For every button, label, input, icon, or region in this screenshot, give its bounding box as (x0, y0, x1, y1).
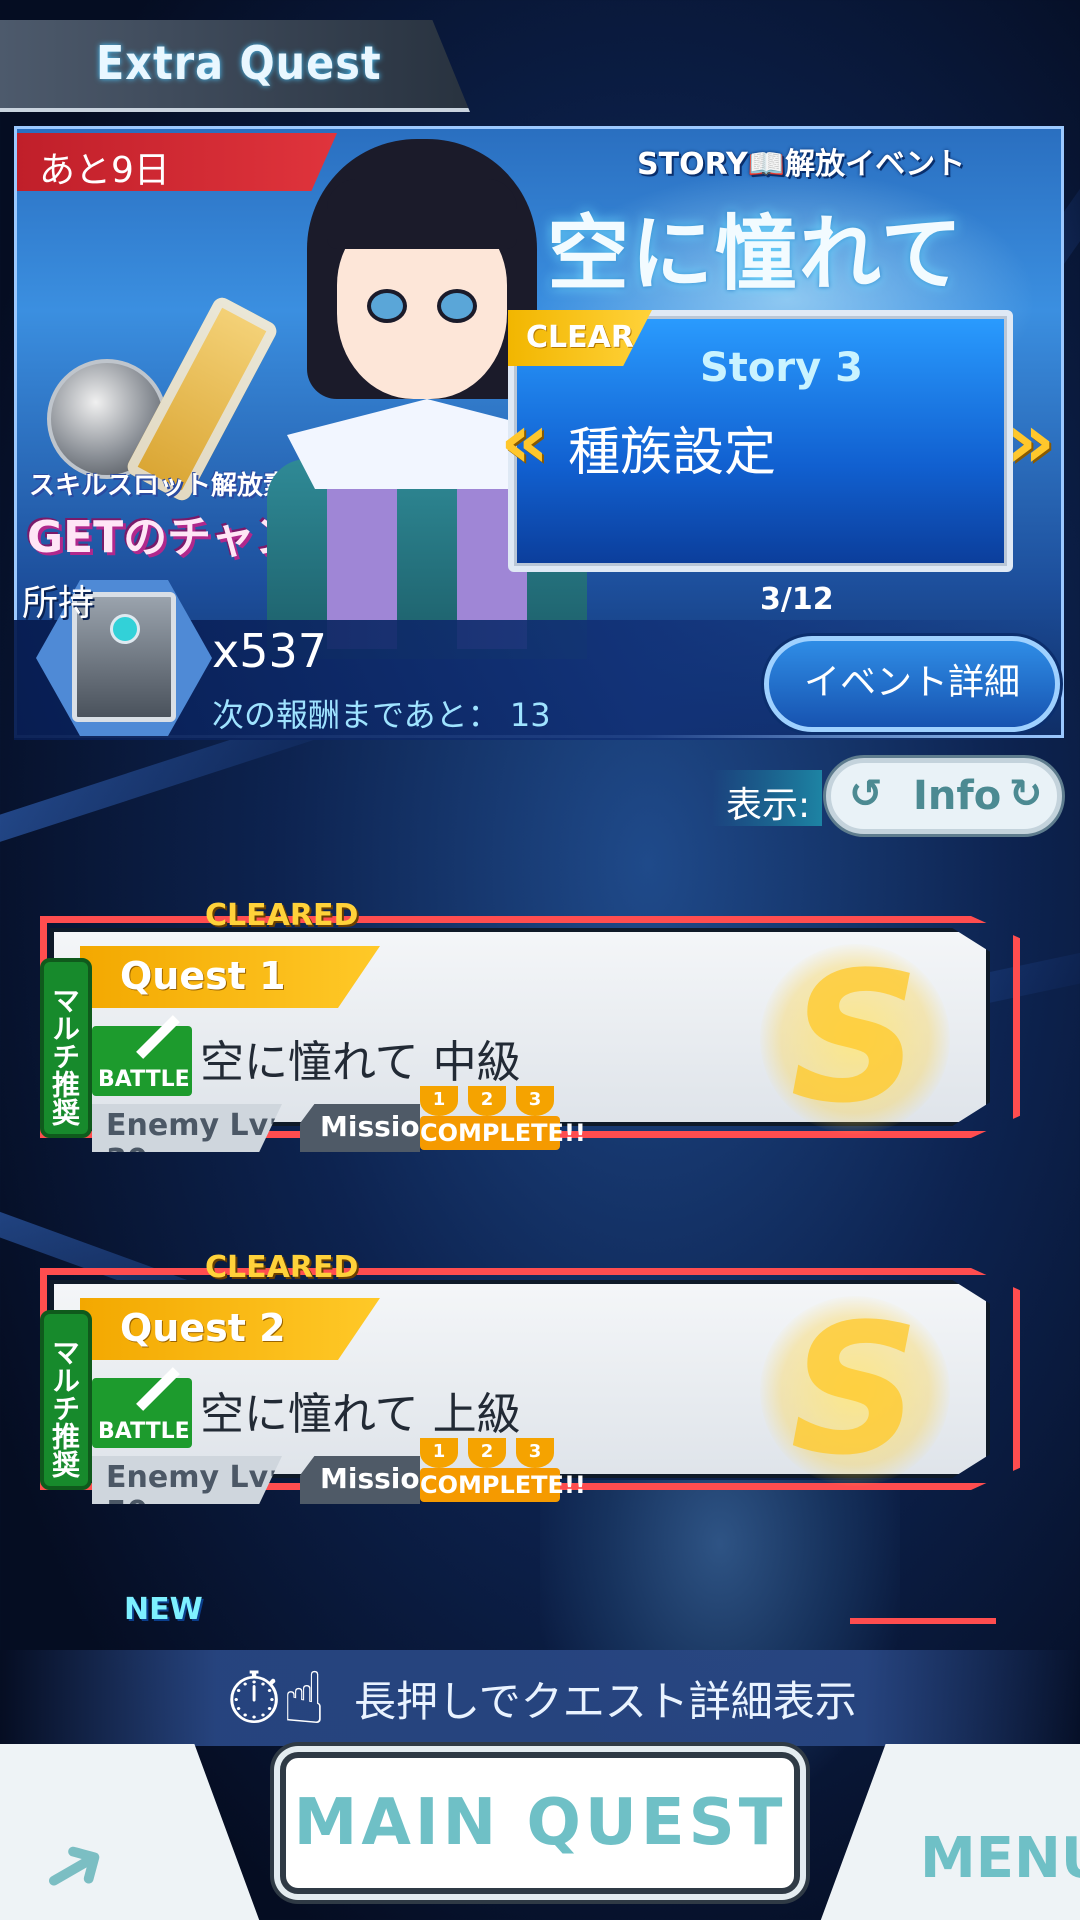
mission-complete-badge: COMPLETE!! (420, 1116, 586, 1150)
story-number: Story 3 (700, 345, 863, 391)
display-label: 表示: (712, 770, 822, 826)
owned-count: x537 (212, 624, 328, 678)
story-unlock-tag: STORY📖解放イベント (637, 147, 966, 182)
cleared-label: CLEARED (205, 898, 359, 933)
quest-label: Quest 2 (80, 1298, 380, 1360)
prev-story-chevron-icon[interactable]: « (500, 396, 549, 485)
new-quest-frame-edge (850, 1618, 996, 1624)
page-title: Extra Quest (96, 36, 382, 90)
multi-recommended-badge: マルチ推奨 (40, 958, 92, 1138)
long-press-hint: 長押しでクエスト詳細表示 (354, 1677, 857, 1726)
trophy-icon: 2 (468, 1438, 506, 1468)
character-eye (367, 289, 407, 323)
info-toggle-button[interactable]: ↺ Info ↻ (826, 758, 1062, 834)
event-detail-button[interactable]: イベント詳細 (764, 636, 1060, 732)
event-title: 空に憧れて (547, 206, 965, 302)
trophy-icon: 3 (516, 1438, 554, 1468)
battle-icon: BATTLE (92, 1367, 192, 1448)
rank-s-icon: S (760, 1296, 950, 1486)
toggle-label: Info (913, 773, 1002, 819)
trophy-icon: 1 (420, 1438, 458, 1468)
character-bangs (327, 179, 517, 249)
story-name: 種族設定 (568, 423, 777, 483)
multi-recommended-badge: マルチ推奨 (40, 1310, 92, 1490)
quest-label: Quest 1 (80, 946, 380, 1008)
main-quest-button[interactable]: MAIN QUEST (280, 1752, 800, 1894)
toggle-right-arrow-icon: ↻ (1009, 771, 1043, 817)
battle-label: BATTLE (98, 1067, 190, 1092)
mission-label: Mission : (300, 1104, 420, 1152)
owned-label: 所持 (22, 583, 95, 624)
cleared-label: CLEARED (205, 1250, 359, 1285)
main-quest-label: MAIN QUEST (293, 1786, 787, 1860)
quest-name: 空に憧れて 上級 (200, 1389, 521, 1440)
owned-item-gem-icon (110, 614, 140, 644)
next-story-chevron-icon[interactable]: » (1006, 396, 1055, 485)
trophy-icon: 1 (420, 1086, 458, 1116)
trophy-icon: 2 (468, 1086, 506, 1116)
next-reward-text: 次の報酬まであと： 13 (212, 696, 551, 734)
mission-trophies: 1 2 3 (420, 1086, 560, 1116)
toggle-left-arrow-icon: ↺ (849, 771, 883, 817)
menu-button[interactable]: MENU (920, 1826, 1080, 1891)
mission-label: Mission : (300, 1456, 420, 1504)
quest-card[interactable]: S CLEARED Quest 1 マルチ推奨 BATTLE 空に憧れて 中級 … (0, 898, 1020, 1152)
enemy-level: Enemy Lv: 30 (92, 1104, 282, 1152)
mission-trophies: 1 2 3 (420, 1438, 560, 1468)
trophy-icon: 3 (516, 1086, 554, 1116)
story-page-count: 3/12 (760, 582, 834, 617)
quest-name: 空に憧れて 中級 (200, 1037, 521, 1088)
rank-s-icon: S (760, 944, 950, 1134)
new-tag: NEW (124, 1592, 203, 1627)
quest-card[interactable]: S CLEARED Quest 2 マルチ推奨 BATTLE 空に憧れて 上級 … (0, 1250, 1020, 1504)
character-eye (437, 289, 477, 323)
battle-label: BATTLE (98, 1419, 190, 1444)
battle-icon: BATTLE (92, 1015, 192, 1096)
mission-complete-badge: COMPLETE!! (420, 1468, 586, 1502)
long-press-hand-icon: ⏱☝ (226, 1656, 326, 1740)
enemy-level: Enemy Lv: 50 (92, 1456, 282, 1504)
